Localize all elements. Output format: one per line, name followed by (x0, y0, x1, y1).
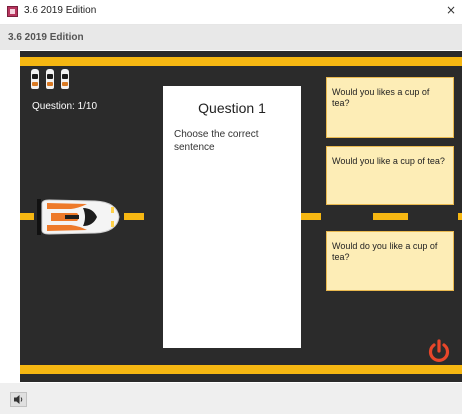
power-icon[interactable] (426, 338, 452, 369)
life-car-icon (46, 69, 54, 89)
question-counter: Question: 1/10 (32, 101, 98, 112)
sound-toggle-button[interactable] (10, 392, 27, 407)
app-icon (7, 6, 18, 17)
app-header-title: 3.6 2019 Edition (8, 32, 84, 43)
lane-dash (124, 213, 144, 220)
answer-option-1[interactable]: Would you likes a cup of tea? (326, 77, 454, 138)
window-titlebar: 3.6 2019 Edition × (0, 0, 462, 25)
answer-option-2[interactable]: Would you like a cup of tea? (326, 146, 454, 205)
window-title: 3.6 2019 Edition (24, 5, 97, 16)
player-car-icon (37, 198, 121, 241)
speaker-icon (14, 395, 23, 404)
question-title: Question 1 (198, 100, 266, 116)
road-edge-bottom (20, 365, 462, 374)
life-car-icon (61, 69, 69, 89)
game-area: Question: 1/10 Question 1 Choose the cor… (20, 51, 462, 382)
lane-dash (301, 213, 321, 220)
answer-option-text: Would you like a cup of tea? (332, 156, 445, 166)
close-icon[interactable]: × (446, 3, 456, 17)
bottom-toolbar (0, 383, 462, 414)
life-car-icon (31, 69, 39, 89)
road-edge-top (20, 57, 462, 66)
answer-option-text: Would do you like a cup of tea? (332, 241, 438, 262)
question-prompt: Choose the correct sentence (174, 129, 259, 153)
answer-option-text: Would you likes a cup of tea? (332, 87, 430, 108)
app-header: 3.6 2019 Edition (0, 25, 462, 50)
answer-option-3[interactable]: Would do you like a cup of tea? (326, 231, 454, 291)
question-card: Question 1 Choose the correct sentence (163, 86, 301, 348)
lane-dash (458, 213, 462, 220)
lane-dash (20, 213, 34, 220)
lane-dash (373, 213, 408, 220)
